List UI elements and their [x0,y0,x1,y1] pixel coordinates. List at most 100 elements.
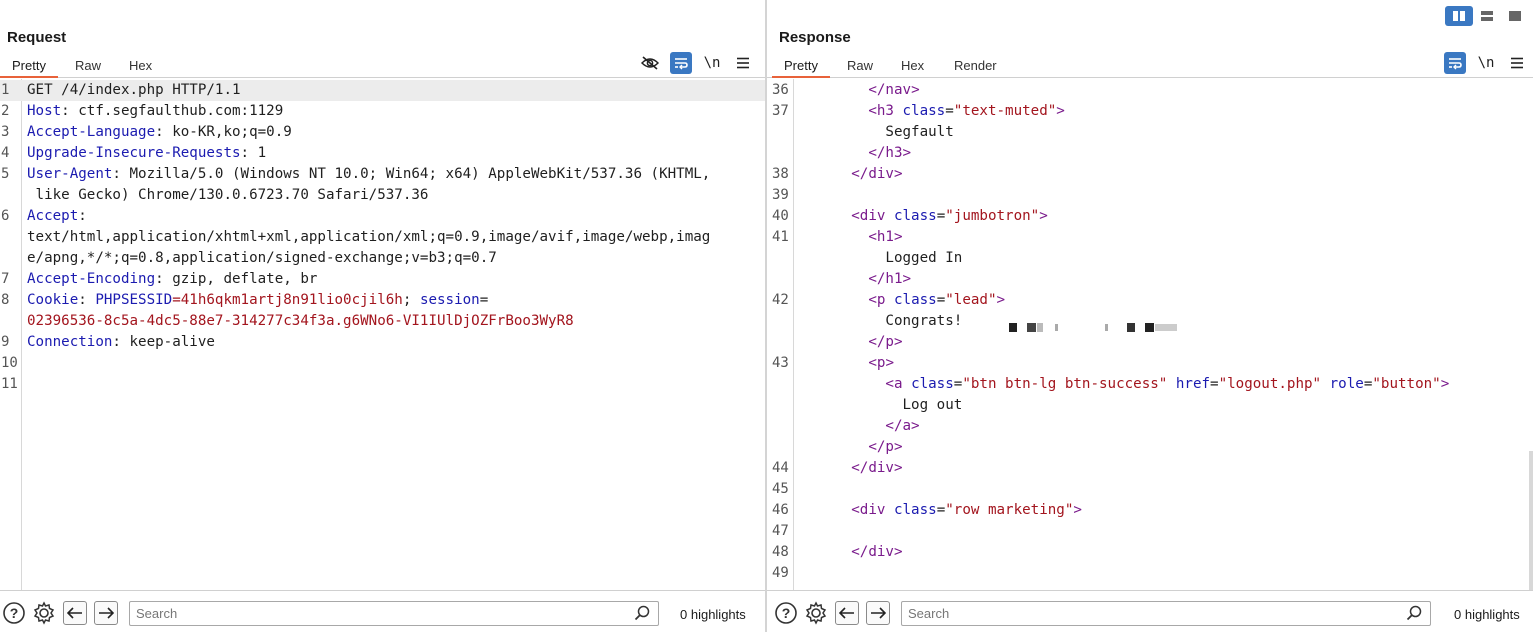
response-line-text: <div class="row marketing"> [851,502,1082,518]
response-line-text: </a> [885,418,920,434]
highlights-count: 0 highlights [1454,607,1520,622]
response-line: Segfault [767,122,1533,143]
line-number: 8 [1,292,10,308]
response-line: Congrats! [767,311,1533,332]
wrap-icon[interactable] [670,52,692,74]
vertical-scrollbar[interactable] [1529,451,1533,590]
line-number: 40 [772,208,789,224]
request-line: 11 [0,374,765,395]
request-line: 5 User-Agent: Mozilla/5.0 (Windows NT 10.… [0,164,765,185]
response-line-text: </div> [851,166,903,182]
svg-text:?: ? [782,605,791,621]
highlights-count: 0 highlights [680,607,746,622]
line-number: 41 [772,229,789,245]
response-line: 40 <div class="jumbotron"> [767,206,1533,227]
line-number: 3 [1,124,10,140]
response-line: </p> [767,332,1533,353]
line-number: 47 [772,523,789,539]
response-line-text: </div> [851,460,903,476]
layout-switcher [1445,6,1531,26]
response-line-text: <a class="btn btn-lg btn-success" href="… [885,376,1450,392]
request-line: 3 Accept-Language: ko-KR,ko;q=0.9 [0,122,765,143]
response-line-text: Log out [800,397,963,413]
response-line-text: </p> [868,334,903,350]
line-number: 6 [1,208,10,224]
search-icon[interactable] [1406,605,1422,624]
response-line-text: <h1> [868,229,903,245]
gear-icon[interactable] [804,601,828,625]
response-line-text: <p class="lead"> [868,292,1006,308]
response-editor[interactable]: 36 </nav> 37 <h3 class="text-muted"> Segf… [767,79,1533,590]
search-input[interactable] [136,606,585,621]
response-line: 41 <h1> [767,227,1533,248]
columns-layout-icon[interactable] [1445,6,1473,26]
newline-toggle[interactable]: \n [701,52,723,74]
response-line: 36 </nav> [767,80,1533,101]
request-line: 10 [0,353,765,374]
response-line: </p> [767,437,1533,458]
request-line: 02396536-8c5a-4dc5-88e7-314277c34f3a.g6W… [0,311,765,332]
line-number: 44 [772,460,789,476]
response-title: Response [779,29,851,46]
response-line-text: </nav> [868,82,920,98]
previous-match-button[interactable] [835,601,859,625]
previous-match-button[interactable] [63,601,87,625]
line-number: 45 [772,481,789,497]
request-line: text/html,application/xhtml+xml,applicat… [0,227,765,248]
response-line-text: Congrats! [800,313,963,329]
response-line: 46 <div class="row marketing"> [767,500,1533,521]
next-match-button[interactable] [866,601,890,625]
request-editor[interactable]: 1 GET /4/index.php HTTP/1.1 2 Host: ctf.seg… [0,79,765,590]
line-number: 7 [1,271,10,287]
gear-icon[interactable] [32,601,56,625]
response-line: </h1> [767,269,1533,290]
response-line: 44 </div> [767,458,1533,479]
response-line: 39 [767,185,1533,206]
eye-off-icon[interactable] [639,52,661,74]
search-field [129,601,659,626]
line-number: 9 [1,334,10,350]
search-field [901,601,1431,626]
request-line-text: User-Agent: Mozilla/5.0 (Windows NT 10.0… [27,166,711,182]
response-line: 42 <p class="lead"> [767,290,1533,311]
line-number: 46 [772,502,789,518]
newline-toggle[interactable]: \n [1475,52,1497,74]
hamburger-menu-icon[interactable] [732,52,754,74]
response-line-text: Segfault [800,124,954,140]
response-line: Log out [767,395,1533,416]
request-line: 6 Accept: [0,206,765,227]
request-line-text: like Gecko) Chrome/130.0.6723.70 Safari/… [27,187,429,203]
request-line: 4 Upgrade-Insecure-Requests: 1 [0,143,765,164]
single-pane-layout-icon[interactable] [1501,6,1529,26]
line-number: 43 [772,355,789,371]
line-number: 2 [1,103,10,119]
request-line: like Gecko) Chrome/130.0.6723.70 Safari/… [0,185,765,206]
request-line: 8 Cookie: PHPSESSID=41h6qkm1artj8n91lio0c… [0,290,765,311]
help-icon[interactable]: ? [774,601,798,625]
request-line-text: Accept-Language: ko-KR,ko;q=0.9 [27,124,292,140]
search-icon[interactable] [634,605,650,624]
wrap-icon[interactable] [1444,52,1466,74]
response-line: Logged In [767,248,1533,269]
request-line: 2 Host: ctf.segfaulthub.com:1129 [0,101,765,122]
response-line: 48 </div> [767,542,1533,563]
request-line-text: text/html,application/xhtml+xml,applicat… [27,229,711,245]
response-line: 47 [767,521,1533,542]
line-number: 48 [772,544,789,560]
next-match-button[interactable] [94,601,118,625]
line-number: 37 [772,103,789,119]
response-line: 43 <p> [767,353,1533,374]
request-line-text: Accept: [27,208,87,224]
request-line-text: e/apng,*/*;q=0.8,application/signed-exch… [27,250,497,266]
response-line-text: </div> [851,544,903,560]
help-icon[interactable]: ? [2,601,26,625]
response-search-bar: ? 0 highlights [767,590,1533,632]
request-line-text: Accept-Encoding: gzip, deflate, br [27,271,318,287]
response-toolbar: \n [767,52,1533,74]
response-line: <a class="btn btn-lg btn-success" href="… [767,374,1533,395]
hamburger-menu-icon[interactable] [1506,52,1528,74]
rows-layout-icon[interactable] [1473,6,1501,26]
request-pane: Request Pretty Raw Hex \n 1 GET /4/index.… [0,0,765,632]
line-number: 36 [772,82,789,98]
search-input[interactable] [908,606,1357,621]
